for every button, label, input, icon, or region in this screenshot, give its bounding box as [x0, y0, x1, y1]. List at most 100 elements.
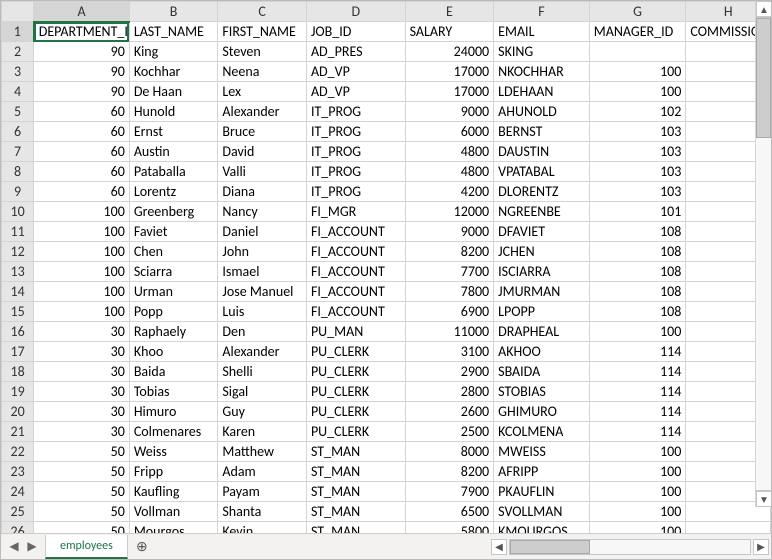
cell[interactable]: 12000	[405, 202, 494, 222]
row-header[interactable]: 4	[2, 82, 34, 102]
cell[interactable]: PU_CLERK	[306, 342, 405, 362]
cell[interactable]: 2800	[405, 382, 494, 402]
cell[interactable]: 100	[34, 302, 130, 322]
cell[interactable]: GHIMURO	[494, 402, 590, 422]
cell[interactable]: 103	[589, 162, 686, 182]
cell[interactable]: 6000	[405, 122, 494, 142]
row-header[interactable]: 1	[2, 22, 34, 42]
cell[interactable]: Shelli	[218, 362, 307, 382]
scroll-left-button[interactable]: ◀	[491, 539, 507, 555]
column-header-F[interactable]: F	[494, 2, 590, 22]
cell[interactable]: 7800	[405, 282, 494, 302]
cell[interactable]: 24000	[405, 42, 494, 62]
cell[interactable]: 100	[589, 522, 686, 534]
cell[interactable]: FI_ACCOUNT	[306, 242, 405, 262]
column-header-C[interactable]: C	[218, 2, 307, 22]
cell[interactable]: 6900	[405, 302, 494, 322]
cell[interactable]: VPATABAL	[494, 162, 590, 182]
cell[interactable]: 100	[589, 502, 686, 522]
sheet-tab-active[interactable]: employees	[45, 535, 128, 559]
cell[interactable]: IT_PROG	[306, 122, 405, 142]
row-header[interactable]: 3	[2, 62, 34, 82]
cell[interactable]: PU_CLERK	[306, 362, 405, 382]
cell[interactable]: 100	[589, 462, 686, 482]
cell[interactable]: DRAPHEAL	[494, 322, 590, 342]
cell[interactable]: IT_PROG	[306, 142, 405, 162]
cell[interactable]: Luis	[218, 302, 307, 322]
cell[interactable]: 50	[34, 462, 130, 482]
cell[interactable]: NKOCHHAR	[494, 62, 590, 82]
cell[interactable]: Shanta	[218, 502, 307, 522]
cell[interactable]: Diana	[218, 182, 307, 202]
cell[interactable]	[589, 42, 686, 62]
cell[interactable]: 103	[589, 142, 686, 162]
cell[interactable]: PU_MAN	[306, 322, 405, 342]
cell[interactable]: MANAGER_ID	[589, 22, 686, 42]
row-header[interactable]: 19	[2, 382, 34, 402]
cell[interactable]: Karen	[218, 422, 307, 442]
cell[interactable]: 100	[34, 242, 130, 262]
cell[interactable]: David	[218, 142, 307, 162]
vertical-scroll-track[interactable]	[756, 17, 771, 491]
cell[interactable]: AKHOO	[494, 342, 590, 362]
cell[interactable]: PU_CLERK	[306, 422, 405, 442]
cell[interactable]: 90	[34, 82, 130, 102]
cell[interactable]: Steven	[218, 42, 307, 62]
cell[interactable]: 114	[589, 342, 686, 362]
cell[interactable]: Hunold	[129, 102, 218, 122]
cell[interactable]: 4800	[405, 142, 494, 162]
cell[interactable]: John	[218, 242, 307, 262]
cell[interactable]: 30	[34, 402, 130, 422]
cell[interactable]: FI_ACCOUNT	[306, 262, 405, 282]
cell[interactable]: 8200	[405, 462, 494, 482]
cell[interactable]: 5800	[405, 522, 494, 534]
cell[interactable]: 90	[34, 62, 130, 82]
cell[interactable]: Chen	[129, 242, 218, 262]
row-header[interactable]: 18	[2, 362, 34, 382]
cell[interactable]: Weiss	[129, 442, 218, 462]
row-header[interactable]: 17	[2, 342, 34, 362]
cell[interactable]: FI_MGR	[306, 202, 405, 222]
vertical-scroll-thumb[interactable]	[756, 18, 771, 138]
cell[interactable]: AD_VP	[306, 82, 405, 102]
cell[interactable]: 60	[34, 142, 130, 162]
cell[interactable]: 9000	[405, 222, 494, 242]
column-header-A[interactable]: A	[34, 2, 130, 22]
cell[interactable]: JMURMAN	[494, 282, 590, 302]
cell[interactable]: 100	[34, 282, 130, 302]
cell[interactable]: IT_PROG	[306, 182, 405, 202]
cell[interactable]: EMAIL	[494, 22, 590, 42]
row-header[interactable]: 2	[2, 42, 34, 62]
cell[interactable]: 2500	[405, 422, 494, 442]
cell[interactable]: FI_ACCOUNT	[306, 222, 405, 242]
cell[interactable]: 100	[34, 202, 130, 222]
cell[interactable]: Bruce	[218, 122, 307, 142]
cell[interactable]: 50	[34, 522, 130, 534]
cell[interactable]: FIRST_NAME	[218, 22, 307, 42]
cell[interactable]: ST_MAN	[306, 502, 405, 522]
cell[interactable]: 60	[34, 122, 130, 142]
cell[interactable]: 100	[589, 62, 686, 82]
cell[interactable]: Matthew	[218, 442, 307, 462]
cell[interactable]: NGREENBE	[494, 202, 590, 222]
cell[interactable]: 100	[34, 262, 130, 282]
cell[interactable]: ST_MAN	[306, 462, 405, 482]
cell[interactable]: 2600	[405, 402, 494, 422]
cell[interactable]: KMOURGOS	[494, 522, 590, 534]
cell[interactable]: Valli	[218, 162, 307, 182]
cell[interactable]: LDEHAAN	[494, 82, 590, 102]
cell[interactable]: 108	[589, 302, 686, 322]
horizontal-scrollbar[interactable]: ◀ ▶	[491, 534, 771, 559]
grid-scroll[interactable]: ABCDEFGH 1DEPARTMENT_IDLAST_NAMEFIRST_NA…	[1, 1, 771, 533]
cell[interactable]: MWEISS	[494, 442, 590, 462]
cell[interactable]: Raphaely	[129, 322, 218, 342]
cell[interactable]: ST_MAN	[306, 522, 405, 534]
cell[interactable]: LPOPP	[494, 302, 590, 322]
cell[interactable]: Popp	[129, 302, 218, 322]
cell[interactable]: IT_PROG	[306, 102, 405, 122]
scroll-down-button[interactable]: ▼	[756, 491, 771, 507]
cell[interactable]: STOBIAS	[494, 382, 590, 402]
cell[interactable]: Sciarra	[129, 262, 218, 282]
cell[interactable]: Fripp	[129, 462, 218, 482]
cell[interactable]: Guy	[218, 402, 307, 422]
